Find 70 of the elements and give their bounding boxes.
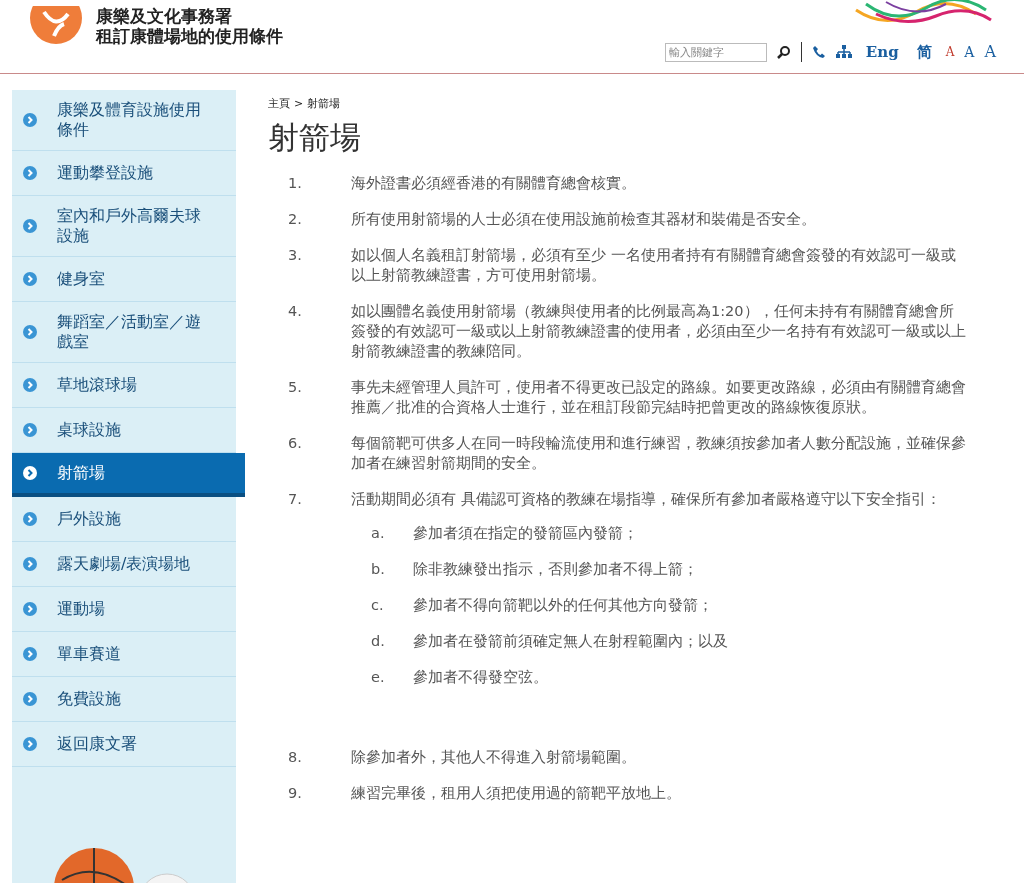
list-number: 8. bbox=[288, 747, 303, 767]
rule-text: 除參加者外，其他人不得進入射箭場範圍。 bbox=[351, 747, 637, 767]
sidebar-item[interactable]: 露天劇場/表演場地 bbox=[12, 542, 236, 587]
page-title: 射箭場 bbox=[268, 117, 362, 157]
search-field[interactable]: 輸入關鍵字 bbox=[664, 42, 767, 62]
list-number: 9. bbox=[288, 783, 303, 803]
rule-text: 每個箭靶可供多人在同一時段輪流使用和進行練習，教練須按參加者人數分配設施，並確保參加者在練習射箭期間的安全。 bbox=[351, 433, 967, 473]
list-number: 4. bbox=[288, 301, 303, 321]
chevron-icon bbox=[23, 423, 37, 437]
list-number: 5. bbox=[288, 377, 303, 397]
sidebar-item[interactable]: 舞蹈室／活動室／遊戲室 bbox=[12, 302, 236, 363]
rule-text: 參加者在發箭前須確定無人在射程範圍內；以及 bbox=[413, 631, 729, 651]
org-name: 康樂及文化事務署 bbox=[96, 6, 233, 26]
list-number: 6. bbox=[288, 433, 303, 453]
language-link[interactable]: 简 bbox=[912, 40, 936, 64]
chevron-icon bbox=[23, 602, 37, 616]
rule-text: 如以個人名義租訂射箭場，必須有至少 一名使用者持有有關體育總會簽發的有效認可一級或以上射箭教練證書，方可使用射箭場。 bbox=[351, 245, 957, 285]
sidebar-item[interactable]: 免費設施 bbox=[12, 677, 236, 722]
sidebar-item[interactable]: 健身室 bbox=[12, 257, 236, 302]
sidebar-item[interactable]: 戶外設施 bbox=[12, 497, 236, 542]
rule-text: 參加者須在指定的發箭區內發箭； bbox=[413, 523, 639, 543]
language-link[interactable]: Eng bbox=[861, 40, 903, 64]
chevron-icon bbox=[23, 466, 37, 480]
breadcrumb-current: 射箭場 bbox=[307, 96, 341, 112]
rule-text: 事先未經管理人員許可，使用者不得更改已設定的路線。如要更改路線，必須由有關體育總會推薦／批准的合資格人士進行，並在租訂段節完結時把曾更改的路線恢復原狀。 bbox=[351, 377, 967, 417]
rule-text: 所有使用射箭場的人士必須在使用設施前檢查其器材和裝備是否安全。 bbox=[351, 209, 817, 229]
rule-text: 活動期間必須有 具備認可資格的教練在場指導，確保所有參加者嚴格遵守以下安全指引： bbox=[351, 489, 942, 509]
sidebar-item[interactable]: 運動場 bbox=[12, 587, 236, 632]
sidebar-item[interactable]: 室內和戶外高爾夫球設施 bbox=[12, 196, 236, 257]
chevron-icon bbox=[23, 512, 37, 526]
rule-text: 參加者不得向箭靶以外的任何其他方向發箭； bbox=[413, 595, 714, 615]
chevron-icon bbox=[23, 692, 37, 706]
site-title: 租訂康體場地的使用條件 bbox=[96, 26, 283, 46]
rule-text: 海外證書必須經香港的有關體育總會核實。 bbox=[351, 173, 637, 193]
sidebar-item[interactable]: 草地滾球場 bbox=[12, 363, 236, 408]
breadcrumb-home[interactable]: 主頁 bbox=[268, 96, 290, 113]
list-number: 3. bbox=[288, 245, 303, 265]
chevron-icon bbox=[23, 325, 37, 339]
rule-text: 除非教練發出指示，否則參加者不得上箭； bbox=[413, 559, 699, 579]
font-size-link[interactable]: A bbox=[945, 43, 955, 61]
font-size-link[interactable]: A bbox=[984, 40, 996, 64]
list-number: 2. bbox=[288, 209, 303, 229]
chevron-icon bbox=[23, 166, 37, 180]
rule-text: 參加者不得發空弦。 bbox=[413, 667, 549, 687]
search-icon[interactable] bbox=[776, 45, 791, 59]
list-number: c. bbox=[371, 595, 385, 615]
sidebar-item[interactable]: 返回康文署 bbox=[12, 722, 236, 767]
list-number: b. bbox=[371, 559, 386, 579]
chevron-icon bbox=[23, 378, 37, 392]
sidebar-item[interactable]: 單車賽道 bbox=[12, 632, 236, 677]
chevron-icon bbox=[23, 557, 37, 571]
breadcrumb-separator: > bbox=[294, 96, 304, 112]
chevron-icon bbox=[23, 737, 37, 751]
sidebar-item[interactable]: 康樂及體育設施使用條件 bbox=[12, 90, 236, 151]
list-number: e. bbox=[371, 667, 386, 687]
rule-text: 如以團體名義使用射箭場（教練與使用者的比例最高為1:20），任何未持有有關體育總會所簽發的有效認可一級或以上射箭教練證書的使用者，必須由至少一名持有有效認可一級或以上射箭教練證書的教練陪同。 bbox=[351, 301, 967, 361]
list-number: 7. bbox=[288, 489, 303, 509]
list-number: a. bbox=[371, 523, 386, 543]
rule-text: 練習完畢後，租用人須把使用過的箭靶平放地上。 bbox=[351, 783, 682, 803]
chevron-icon bbox=[23, 113, 37, 127]
chevron-icon bbox=[23, 219, 37, 233]
sidebar-item[interactable]: 運動攀登設施 bbox=[12, 151, 236, 196]
phone-icon[interactable] bbox=[811, 45, 826, 59]
list-number: 1. bbox=[288, 173, 303, 193]
sitemap-icon[interactable] bbox=[835, 45, 852, 59]
chevron-icon bbox=[23, 647, 37, 661]
sidebar-item[interactable]: 射箭場 bbox=[12, 453, 245, 497]
chevron-icon bbox=[23, 272, 37, 286]
list-number: d. bbox=[371, 631, 386, 651]
font-size-link[interactable]: A bbox=[964, 41, 975, 63]
